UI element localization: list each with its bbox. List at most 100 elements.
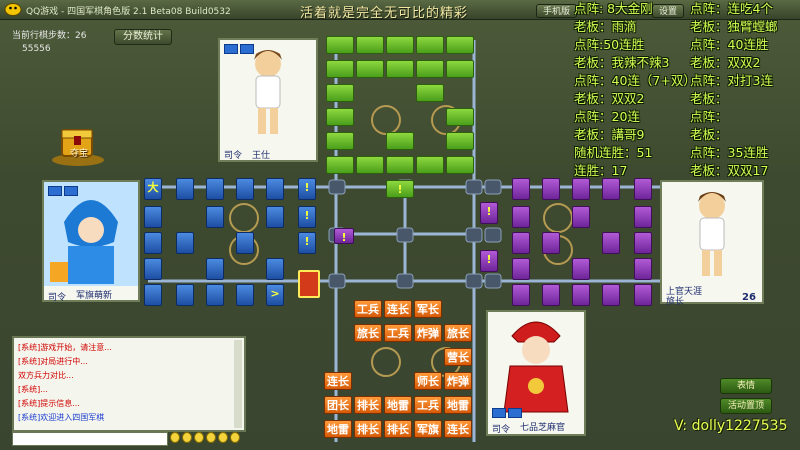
- chat-scrollbar[interactable]: [234, 340, 242, 428]
- purple-piece[interactable]: [602, 232, 620, 254]
- blue-piece[interactable]: [266, 178, 284, 200]
- orange-piece[interactable]: 工兵: [384, 324, 412, 342]
- orange-piece[interactable]: 师长: [414, 372, 442, 390]
- green-piece[interactable]: [446, 108, 474, 126]
- green-piece[interactable]: [356, 36, 384, 54]
- blue-piece[interactable]: [144, 206, 162, 228]
- blue-piece[interactable]: [266, 206, 284, 228]
- emote-button[interactable]: 表情: [720, 378, 772, 394]
- purple-piece-center[interactable]: !: [334, 228, 354, 244]
- purple-piece[interactable]: [542, 232, 560, 254]
- blue-piece-moved[interactable]: !: [298, 206, 316, 228]
- purple-piece[interactable]: [634, 178, 652, 200]
- blue-piece[interactable]: [266, 258, 284, 280]
- blue-piece-arrow[interactable]: >: [266, 284, 284, 306]
- blue-piece[interactable]: [206, 284, 224, 306]
- purple-piece[interactable]: [572, 206, 590, 228]
- orange-piece[interactable]: 排长: [384, 420, 412, 438]
- green-piece-moved[interactable]: !: [386, 180, 414, 198]
- green-piece[interactable]: [326, 84, 354, 102]
- blue-piece-commander[interactable]: 大: [144, 178, 162, 200]
- green-piece[interactable]: [446, 132, 474, 150]
- green-piece[interactable]: [386, 60, 414, 78]
- green-piece[interactable]: [416, 60, 444, 78]
- orange-piece[interactable]: 连长: [444, 420, 472, 438]
- purple-piece[interactable]: [512, 178, 530, 200]
- player-panel-right[interactable]: 上官天涯 旅长 26: [660, 180, 764, 307]
- chat-input[interactable]: [12, 432, 168, 446]
- blue-piece[interactable]: [144, 258, 162, 280]
- blue-piece[interactable]: [206, 206, 224, 228]
- purple-piece[interactable]: [512, 206, 530, 228]
- orange-piece[interactable]: 军长: [414, 300, 442, 318]
- green-piece[interactable]: [416, 36, 444, 54]
- green-piece[interactable]: [386, 156, 414, 174]
- orange-piece[interactable]: 工兵: [354, 300, 382, 318]
- purple-piece-moved[interactable]: !: [480, 202, 498, 224]
- blue-piece[interactable]: [206, 258, 224, 280]
- purple-piece[interactable]: [634, 284, 652, 306]
- purple-piece-moved[interactable]: !: [480, 250, 498, 272]
- purple-piece[interactable]: [602, 178, 620, 200]
- orange-piece[interactable]: 排长: [354, 396, 382, 414]
- orange-piece[interactable]: 排长: [354, 420, 382, 438]
- green-piece[interactable]: [416, 84, 444, 102]
- green-piece[interactable]: [326, 36, 354, 54]
- green-piece[interactable]: [326, 132, 354, 150]
- orange-piece[interactable]: 团长: [324, 396, 352, 414]
- orange-piece[interactable]: 连长: [324, 372, 352, 390]
- purple-piece[interactable]: [572, 284, 590, 306]
- emoji-icon[interactable]: [218, 432, 228, 443]
- orange-piece[interactable]: 军旗: [414, 420, 442, 438]
- blue-piece[interactable]: [176, 284, 194, 306]
- purple-piece[interactable]: [572, 178, 590, 200]
- purple-piece[interactable]: [542, 178, 560, 200]
- purple-piece[interactable]: [542, 284, 560, 306]
- orange-piece[interactable]: 地雷: [384, 396, 412, 414]
- green-piece[interactable]: [356, 60, 384, 78]
- orange-piece[interactable]: 地雷: [444, 396, 472, 414]
- emoji-icon[interactable]: [230, 432, 240, 443]
- orange-piece[interactable]: 工兵: [414, 396, 442, 414]
- purple-piece[interactable]: [634, 232, 652, 254]
- emoji-icon[interactable]: [194, 432, 204, 443]
- settings-button[interactable]: 设置: [652, 4, 685, 18]
- green-piece[interactable]: [446, 156, 474, 174]
- green-piece[interactable]: [326, 156, 354, 174]
- purple-piece[interactable]: [634, 258, 652, 280]
- green-piece[interactable]: [416, 156, 444, 174]
- purple-piece[interactable]: [512, 232, 530, 254]
- orange-piece[interactable]: 地雷: [324, 420, 352, 438]
- green-piece[interactable]: [326, 60, 354, 78]
- orange-piece[interactable]: 炸弹: [444, 372, 472, 390]
- orange-piece[interactable]: 旅长: [444, 324, 472, 342]
- green-piece[interactable]: [386, 132, 414, 150]
- purple-piece[interactable]: [634, 206, 652, 228]
- purple-piece[interactable]: [512, 284, 530, 306]
- green-piece[interactable]: [356, 156, 384, 174]
- emoji-icon[interactable]: [182, 432, 192, 443]
- treasure-button[interactable]: 夺宝: [48, 122, 108, 168]
- blue-piece[interactable]: [236, 284, 254, 306]
- green-piece[interactable]: [446, 36, 474, 54]
- blue-piece[interactable]: [206, 178, 224, 200]
- orange-piece[interactable]: 营长: [444, 348, 472, 366]
- blue-piece[interactable]: [236, 232, 254, 254]
- orange-piece[interactable]: 旅长: [354, 324, 382, 342]
- emoji-icon[interactable]: [170, 432, 180, 443]
- mobile-button[interactable]: 手机版: [536, 4, 578, 18]
- orange-piece[interactable]: 炸弹: [414, 324, 442, 342]
- chat-log[interactable]: [系统]游戏开始，请注意... [系统]对局进行中... 双方兵力对比... […: [12, 336, 246, 432]
- selected-piece-icon[interactable]: [298, 270, 320, 298]
- player-panel-left[interactable]: 司令 军旗萌新: [42, 180, 140, 303]
- emoji-icon[interactable]: [206, 432, 216, 443]
- blue-piece-moved[interactable]: !: [298, 178, 316, 200]
- green-piece[interactable]: [386, 36, 414, 54]
- purple-piece[interactable]: [572, 258, 590, 280]
- green-piece[interactable]: [326, 108, 354, 126]
- blue-piece[interactable]: [236, 178, 254, 200]
- blue-piece[interactable]: [144, 284, 162, 306]
- blue-piece[interactable]: [176, 178, 194, 200]
- purple-piece[interactable]: [602, 284, 620, 306]
- blue-piece-moved[interactable]: !: [298, 232, 316, 254]
